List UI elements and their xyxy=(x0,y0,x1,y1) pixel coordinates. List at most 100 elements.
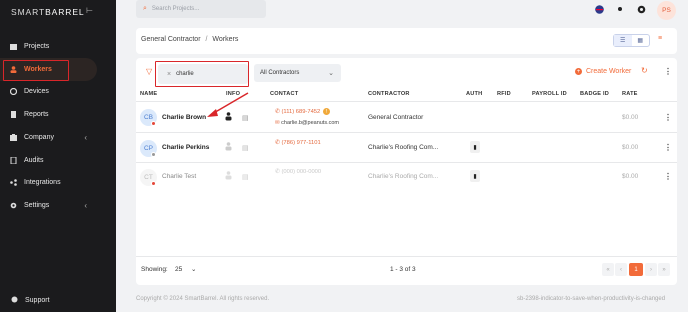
sidebar-item-label: Company xyxy=(24,133,54,141)
breadcrumb-current: Workers xyxy=(212,36,239,43)
grid-view-icon[interactable]: ▦ xyxy=(632,35,650,46)
view-toggle[interactable]: ☰ ▦ xyxy=(613,34,650,47)
integrations-icon xyxy=(10,178,17,186)
contractor-name: Charlie's Roofing Com... xyxy=(368,144,439,151)
id-card-icon[interactable]: ▤ xyxy=(242,144,249,152)
flag-icon[interactable] xyxy=(593,3,605,15)
sidebar-item-integrations[interactable]: Integrations xyxy=(0,173,116,191)
support-link[interactable]: Support xyxy=(11,296,50,305)
auth-badge-icon[interactable]: ▮ xyxy=(470,141,480,153)
sidebar-item-label: Reports xyxy=(24,110,49,118)
prev-page-button[interactable]: ‹ xyxy=(615,263,627,276)
collapse-sidebar-icon[interactable]: ⊢ xyxy=(86,6,93,15)
col-header-name[interactable]: NAME xyxy=(140,91,157,97)
create-worker-button[interactable]: + Create Worker xyxy=(575,68,631,75)
reports-icon xyxy=(10,110,17,118)
contractor-name: Charlie's Roofing Com... xyxy=(368,173,439,180)
col-header-auth: AUTH xyxy=(466,91,483,97)
brand-logo[interactable]: SMARTBARREL xyxy=(11,7,85,17)
row-menu-icon[interactable]: ⋮ xyxy=(664,113,672,122)
worker-name[interactable]: Charlie Perkins xyxy=(162,144,209,151)
per-page-value: 25 xyxy=(175,266,183,273)
row-menu-icon[interactable]: ⋮ xyxy=(664,143,672,152)
contractor-name: General Contractor xyxy=(368,114,424,121)
col-header-contractor[interactable]: CONTRACTOR xyxy=(368,91,410,97)
breadcrumb: General Contractor / Workers xyxy=(141,36,238,43)
email-address: charlie.b@peanuts.com xyxy=(281,120,340,126)
id-card-icon[interactable]: ▤ xyxy=(242,173,249,181)
worker-type-icon xyxy=(225,171,232,182)
filter-icon[interactable]: ▽ xyxy=(146,67,152,76)
phone[interactable]: ✆ (111) 689-7452 xyxy=(275,109,320,115)
email[interactable]: ✉ charlie.b@peanuts.com xyxy=(275,120,339,126)
theme-toggle-icon[interactable] xyxy=(614,3,626,15)
chevron-left-icon: ‹ xyxy=(84,200,87,210)
company-icon xyxy=(10,133,17,141)
menu-icon[interactable]: ≡ xyxy=(658,35,662,42)
phone-number: (000) 000-0000 xyxy=(281,169,322,175)
sidebar: SMARTBARREL ⊢ Projects Workers Devices R… xyxy=(0,0,116,312)
last-page-button[interactable]: » xyxy=(658,263,670,276)
sidebar-item-label: Integrations xyxy=(24,178,61,186)
breadcrumb-parent[interactable]: General Contractor xyxy=(141,36,201,43)
sidebar-item-label: Devices xyxy=(24,87,49,95)
refresh-icon[interactable]: ↻ xyxy=(641,66,651,78)
phone[interactable]: ✆ (786) 977-1101 xyxy=(275,140,321,146)
first-page-button[interactable]: « xyxy=(602,263,614,276)
status-dot xyxy=(151,121,156,126)
status-dot xyxy=(151,152,156,157)
divider xyxy=(136,132,677,133)
sidebar-item-company[interactable]: Company ‹ xyxy=(0,128,116,146)
support-icon xyxy=(11,296,18,305)
plus-icon: + xyxy=(575,68,582,75)
showing-label: Showing: xyxy=(141,266,168,273)
warning-icon: ! xyxy=(323,108,330,115)
col-header-badge-id: BADGE ID xyxy=(580,91,609,97)
search-placeholder: Search Projects... xyxy=(151,6,200,12)
more-options-icon[interactable]: ⋮ xyxy=(664,67,672,76)
rate: $0.00 xyxy=(622,114,639,121)
contractor-select-value: All Contractors xyxy=(260,70,300,76)
sidebar-item-label: Settings xyxy=(24,201,50,209)
devices-icon xyxy=(9,87,18,95)
worker-name[interactable]: Charlie Brown xyxy=(162,114,206,121)
annotation-arrow xyxy=(207,92,249,117)
user-avatar[interactable]: PS xyxy=(657,1,676,20)
project-search[interactable]: ⌕ Search Projects... xyxy=(136,0,266,18)
branch-label: sb-2398-indicator-to-save-when-productiv… xyxy=(517,296,666,302)
chevron-down-icon: ⌄ xyxy=(328,70,334,77)
divider xyxy=(136,256,677,257)
divider xyxy=(136,162,677,163)
breadcrumb-separator: / xyxy=(205,36,208,43)
pagination-range: 1 - 3 of 3 xyxy=(390,266,416,273)
audits-icon xyxy=(10,156,17,164)
col-header-rate: RATE xyxy=(622,91,638,97)
copyright: Copyright © 2024 SmartBarrel. All rights… xyxy=(136,296,270,302)
phone-number: (111) 689-7452 xyxy=(281,109,321,115)
rate: $0.00 xyxy=(622,144,639,151)
sidebar-item-label: Audits xyxy=(24,156,44,164)
sidebar-item-settings[interactable]: Settings ‹ xyxy=(0,196,116,214)
list-view-icon[interactable]: ☰ xyxy=(614,35,632,46)
worker-name[interactable]: Charlie Test xyxy=(162,173,196,180)
sidebar-item-label: Projects xyxy=(24,42,50,50)
support-label: Support xyxy=(25,297,50,304)
per-page-select[interactable]: 25 ⌄ xyxy=(175,265,197,273)
sidebar-item-projects[interactable]: Projects xyxy=(0,37,116,55)
next-page-button[interactable]: › xyxy=(645,263,657,276)
sidebar-item-devices[interactable]: Devices xyxy=(0,82,116,100)
col-header-payroll-id: PAYROLL ID xyxy=(532,91,567,97)
create-worker-label: Create Worker xyxy=(586,68,632,75)
sidebar-item-audits[interactable]: Audits xyxy=(0,151,116,169)
chevron-left-icon: ‹ xyxy=(84,132,87,142)
sidebar-item-reports[interactable]: Reports xyxy=(0,105,116,123)
phone-number: (786) 977-1101 xyxy=(281,140,321,146)
gear-icon[interactable] xyxy=(635,3,647,15)
contractor-select[interactable]: All Contractors ⌄ xyxy=(254,64,341,82)
page-button-current[interactable]: 1 xyxy=(629,263,643,276)
phone[interactable]: ✆ (000) 000-0000 xyxy=(275,169,321,175)
col-header-rfid: RFID xyxy=(497,91,511,97)
status-dot xyxy=(151,181,156,186)
auth-badge-icon[interactable]: ▮ xyxy=(470,170,480,182)
row-menu-icon[interactable]: ⋮ xyxy=(664,172,672,181)
